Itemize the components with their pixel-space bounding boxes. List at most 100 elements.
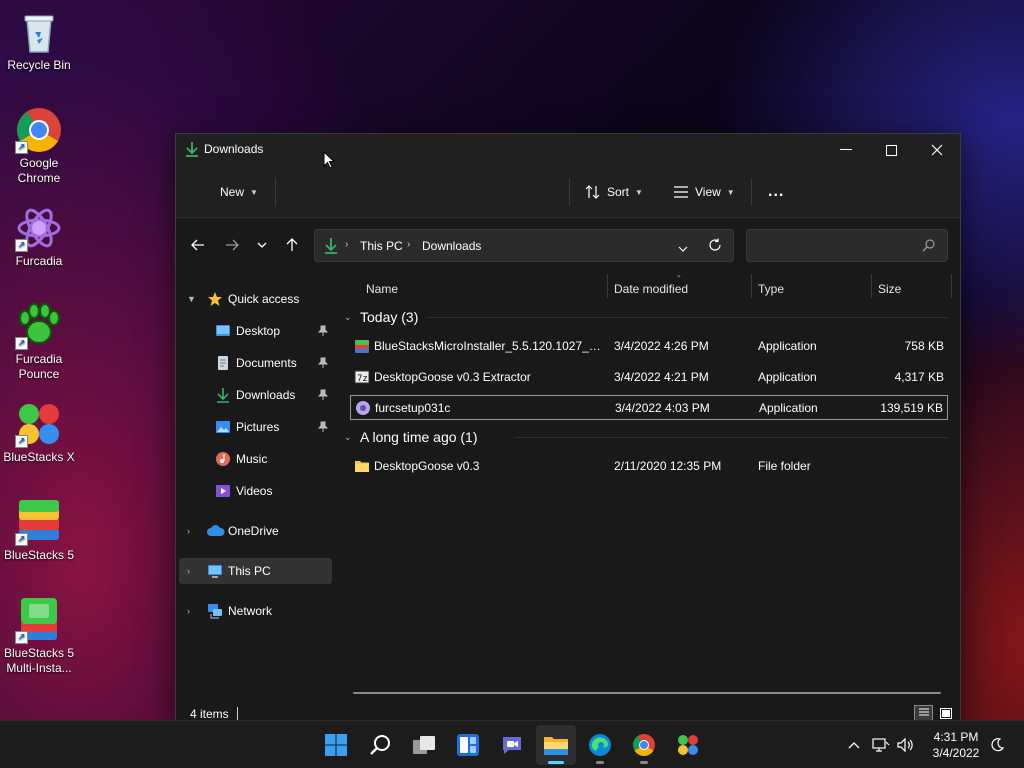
focus-assist-button[interactable] [987,735,1007,755]
minimize-button[interactable] [823,134,869,166]
column-divider[interactable] [951,274,952,298]
breadcrumb-chevron-icon: › [345,239,349,250]
desktop-icon-label: Furcadia [15,254,63,268]
tiles-view-button[interactable] [936,705,955,721]
nav-quick-access[interactable]: ▼ Quick access [179,286,332,312]
clock-time: 4:31 PM [933,730,979,744]
chevron-down-icon [678,246,688,252]
details-view-button[interactable] [914,705,933,721]
file-row[interactable]: DesktopGoose v0.3 2/11/2020 12:35 PM Fil… [350,454,948,479]
furcadia-setup-icon [355,400,371,416]
taskbar: 4:31 PM 3/4/2022 [0,720,1024,768]
nav-network[interactable]: › Network [179,598,332,624]
group-header-today[interactable]: ⌄ Today (3) [344,305,418,329]
minimize-icon [840,149,852,150]
address-history-button[interactable] [678,241,688,255]
more-options-button[interactable]: ... [768,178,784,206]
nav-label: Documents [236,356,297,370]
file-size: 139,519 KB [880,401,943,415]
volume-tray-button[interactable] [896,735,916,755]
file-explorer-taskbar-button[interactable] [536,725,576,765]
desktop-icon-label: BlueStacks 5 [3,548,75,562]
new-button[interactable]: New ▼ [220,178,258,206]
desktop-icon-recycle-bin[interactable]: Recycle Bin [2,8,76,73]
column-divider[interactable] [871,274,872,298]
bluestacks-x-taskbar-button[interactable] [668,725,708,765]
address-bar[interactable]: › This PC › Downloads [314,229,734,262]
clock[interactable]: 4:31 PM 3/4/2022 [924,729,988,761]
file-date: 3/4/2022 4:03 PM [615,401,710,415]
breadcrumb-downloads[interactable]: Downloads [422,239,481,253]
nav-onedrive[interactable]: › OneDrive [179,518,332,544]
nav-documents[interactable]: Documents [179,350,332,376]
maximize-button[interactable] [868,134,914,166]
start-button[interactable] [316,725,356,765]
column-divider[interactable] [607,274,608,298]
navigation-row: › This PC › Downloads [176,219,960,271]
desktop-icon-furcadia-pounce[interactable]: ↗ Furcadia Pounce [2,302,76,382]
nav-videos[interactable]: Videos [179,478,332,504]
file-row[interactable]: BlueStacksMicroInstaller_5.5.120.1027_na… [350,334,948,359]
refresh-button[interactable] [708,238,722,255]
recent-locations-button[interactable] [250,233,274,257]
close-button[interactable] [914,134,960,166]
nav-downloads[interactable]: Downloads [179,382,332,408]
forward-button[interactable] [220,233,244,257]
edge-taskbar-button[interactable] [580,725,620,765]
file-row[interactable]: 7z DesktopGoose v0.3 Extractor 3/4/2022 … [350,365,948,390]
nav-desktop[interactable]: Desktop [179,318,332,344]
search-input[interactable] [755,236,915,256]
nav-this-pc[interactable]: › This PC [179,558,332,584]
show-hidden-icons-button[interactable] [844,735,864,755]
group-header-long-ago[interactable]: ⌄ A long time ago (1) [344,425,478,449]
desktop-icon-bluestacks-5[interactable]: ↗ BlueStacks 5 [2,498,76,563]
close-icon [931,144,943,156]
widgets-button[interactable] [448,725,488,765]
refresh-icon [709,238,721,251]
pin-icon[interactable] [317,325,329,337]
command-separator [275,178,276,206]
chevron-down-icon: ⌄ [344,431,352,442]
file-row[interactable]: furcsetup031c 3/4/2022 4:03 PM Applicati… [350,395,948,420]
svg-text:7z: 7z [357,374,368,384]
search-box[interactable] [746,229,948,262]
file-size: 758 KB [904,339,944,353]
star-icon [207,291,223,307]
more-options-icon: ... [768,183,785,200]
nav-pictures[interactable]: Pictures [179,414,332,440]
mouse-cursor-icon [323,151,335,169]
network-tray-button[interactable] [871,735,891,755]
sort-button[interactable]: Sort ▼ [585,178,643,206]
running-indicator [640,761,648,764]
nav-music[interactable]: Music [179,446,332,472]
horizontal-scrollbar[interactable] [353,692,941,694]
back-button[interactable] [186,233,210,257]
arrow-left-icon [191,239,204,251]
up-button[interactable] [280,233,304,257]
desktop-icon-bluestacks-x[interactable]: ↗ BlueStacks X [2,400,76,465]
nav-label: This PC [228,564,271,578]
breadcrumb-this-pc[interactable]: This PC [360,239,403,253]
chrome-taskbar-button[interactable] [624,725,664,765]
column-header-size[interactable]: Size [878,274,901,304]
nav-label: Pictures [236,420,280,434]
column-divider[interactable] [751,274,752,298]
desktop-icon-furcadia[interactable]: ↗ Furcadia [2,204,76,269]
pin-icon[interactable] [317,357,329,369]
task-view-button[interactable] [404,725,444,765]
desktop-icon-bluestacks-multi[interactable]: ↗ BlueStacks 5 Multi-Insta... [2,596,76,676]
pin-icon[interactable] [317,421,329,433]
title-bar[interactable]: Downloads [176,134,960,166]
desktop-icon-google-chrome[interactable]: ↗ Google Chrome [2,106,76,186]
view-button[interactable]: View ▼ [673,178,735,206]
column-header-name[interactable]: Name [366,274,398,304]
chat-button[interactable] [492,725,532,765]
view-button-label: View [695,185,721,199]
column-header-type[interactable]: Type [758,274,784,304]
pin-icon[interactable] [317,389,329,401]
desktop-icon-label: Google Chrome [17,156,61,185]
bluestacks-installer-icon [354,338,370,354]
folder-icon [354,458,370,474]
search-taskbar-button[interactable] [360,725,400,765]
chevron-down-icon [257,242,267,248]
